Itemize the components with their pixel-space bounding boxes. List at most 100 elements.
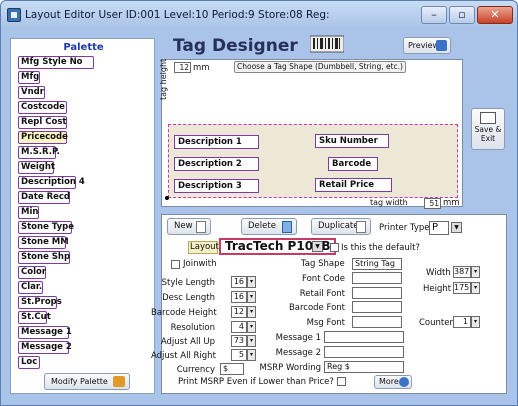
retail-font-field[interactable] — [352, 287, 402, 299]
window-title: Layout Editor User ID:001 Level:10 Perio… — [25, 9, 330, 21]
print-msrp-label: Print MSRP Even if Lower than Price? — [178, 377, 334, 387]
field-barcode[interactable]: Barcode — [328, 157, 378, 171]
save-exit-button[interactable]: Save & Exit — [471, 108, 505, 150]
tag-shape-field[interactable]: String Tag — [352, 258, 402, 270]
layout-label: Layout — [188, 241, 219, 254]
field-description-2[interactable]: Description 2 — [174, 157, 259, 171]
palette-item-st-cut[interactable]: St.Cut — [18, 311, 51, 324]
height-value[interactable]: 175 — [453, 282, 471, 294]
stepper-arrows-icon[interactable]: ▾ — [247, 276, 256, 288]
field-retail-price[interactable]: Retail Price — [315, 178, 392, 192]
style-length-value[interactable]: 16 — [231, 276, 247, 288]
palette-item-pricecode[interactable]: Pricecode — [18, 131, 68, 144]
stepper-arrows-icon[interactable]: ▾ — [471, 282, 480, 294]
barcode-font-field[interactable] — [352, 301, 402, 313]
palette-item-stone-type[interactable]: Stone Type — [18, 221, 74, 234]
close-button[interactable]: ✕ — [477, 6, 513, 24]
stepper-arrows-icon[interactable]: ▾ — [247, 335, 256, 347]
default-checkbox[interactable] — [330, 243, 339, 252]
message-1-field[interactable] — [324, 331, 404, 343]
adjust-all-up-label: Adjust All Up — [160, 337, 215, 347]
palette-item-msrp[interactable]: M.S.R.P. — [18, 146, 60, 159]
palette-item-stone-shp[interactable]: Stone Shp — [18, 251, 70, 264]
counter-value[interactable]: 1 — [453, 316, 471, 328]
msg-font-field[interactable] — [352, 316, 402, 328]
palette-item-costcode[interactable]: Costcode — [18, 101, 67, 114]
stepper-arrows-icon[interactable]: ▾ — [471, 266, 480, 278]
new-button[interactable]: New — [167, 218, 211, 235]
stepper-arrows-icon[interactable]: ▾ — [247, 321, 256, 333]
palette-item-min[interactable]: Min — [18, 206, 39, 219]
tag-shape-label: Tag Shape — [301, 259, 345, 269]
currency-label: Currency — [176, 365, 215, 375]
ruler-value-field[interactable]: 12 — [174, 62, 191, 73]
palette-item-color[interactable]: Color — [18, 266, 46, 279]
palette-item-weight[interactable]: Weight — [18, 161, 55, 174]
tag-width-unit: mm — [443, 198, 460, 208]
ruler-unit: mm — [193, 63, 210, 73]
app-icon — [7, 8, 21, 22]
width-value[interactable]: 387 — [453, 266, 471, 278]
palette-item-message-1[interactable]: Message 1 — [18, 326, 72, 339]
stepper-arrows-icon[interactable]: ▾ — [247, 306, 256, 318]
title-bar[interactable]: Layout Editor User ID:001 Level:10 Perio… — [1, 1, 517, 31]
tag-height-label: tag height — [159, 58, 168, 100]
palette-item-description-4[interactable]: Description 4 — [18, 176, 85, 189]
field-sku-number[interactable]: Sku Number — [315, 134, 389, 148]
duplicate-button[interactable]: Duplicate — [311, 218, 371, 235]
resolution-value[interactable]: 4 — [231, 321, 247, 333]
preview-button[interactable]: Preview — [403, 37, 451, 54]
barcode-height-label: Barcode Height — [151, 308, 217, 318]
palette-item-mfg[interactable]: Mfg — [18, 71, 40, 84]
preview-label: Preview — [408, 41, 440, 50]
duplicate-icon — [356, 221, 366, 233]
printer-type-dropdown-icon[interactable]: ▼ — [451, 222, 462, 233]
adjust-all-up-value[interactable]: 73 — [231, 335, 247, 347]
field-description-3[interactable]: Description 3 — [174, 179, 259, 193]
font-code-label: Font Code — [302, 274, 345, 284]
style-length-label: Style Length — [161, 278, 215, 288]
desc-length-value[interactable]: 16 — [231, 291, 247, 303]
field-description-1[interactable]: Description 1 — [174, 135, 259, 149]
save-icon — [480, 112, 496, 124]
tag-canvas[interactable]: 12 mm Choose a Tag Shape (Dumbbell, Stri… — [159, 58, 463, 209]
joinwith-checkbox[interactable] — [171, 260, 180, 269]
palette-item-repl-cost[interactable]: Repl Cost — [18, 116, 67, 129]
new-label: New — [174, 221, 193, 231]
printer-type-select[interactable]: P — [429, 221, 449, 235]
currency-field[interactable]: $ — [220, 363, 244, 375]
layout-editor-window: Layout Editor User ID:001 Level:10 Perio… — [0, 0, 518, 406]
palette-item-message-2[interactable]: Message 2 — [18, 341, 72, 354]
message-2-field[interactable] — [324, 346, 404, 358]
trash-icon — [282, 221, 292, 233]
restore-button[interactable]: ▫ — [449, 6, 475, 24]
delete-button[interactable]: Delete — [241, 218, 297, 235]
palette-item-clar[interactable]: Clar. — [18, 281, 43, 294]
print-msrp-checkbox[interactable] — [337, 377, 346, 386]
tag-width-field[interactable]: 51 — [424, 198, 441, 209]
palette-icon — [113, 376, 125, 387]
modify-palette-button[interactable]: Modify Palette — [44, 373, 130, 390]
minimize-button[interactable]: – — [421, 6, 447, 24]
barcode-height-value[interactable]: 12 — [231, 306, 247, 318]
msrp-wording-field[interactable]: Reg $ — [324, 361, 404, 373]
palette-item-mfg-style-no[interactable]: Mfg Style No — [18, 56, 94, 69]
palette-item-vndr[interactable]: Vndr — [18, 86, 45, 99]
stepper-arrows-icon[interactable]: ▾ — [471, 316, 480, 328]
height-label: Height — [423, 284, 452, 294]
palette-item-stone-mm[interactable]: Stone MM — [18, 236, 69, 249]
stepper-arrows-icon[interactable]: ▾ — [247, 291, 256, 303]
default-question: Is this the default? — [341, 243, 420, 253]
more-button[interactable]: More — [374, 375, 412, 389]
layout-dropdown-icon[interactable]: ▼ — [312, 241, 323, 252]
stepper-arrows-icon[interactable]: ▾ — [247, 349, 256, 361]
magnifier-icon — [436, 40, 447, 51]
barcode-icon — [310, 35, 344, 53]
delete-label: Delete — [248, 221, 276, 231]
palette-item-date-recd[interactable]: Date Recd — [18, 191, 70, 204]
adjust-all-right-value[interactable]: 5 — [231, 349, 247, 361]
font-code-field[interactable] — [352, 272, 402, 284]
palette-item-loc[interactable]: Loc — [18, 356, 40, 369]
printer-type-label: Printer Type — [379, 223, 430, 233]
palette-item-st-props[interactable]: St.Props — [18, 296, 62, 309]
